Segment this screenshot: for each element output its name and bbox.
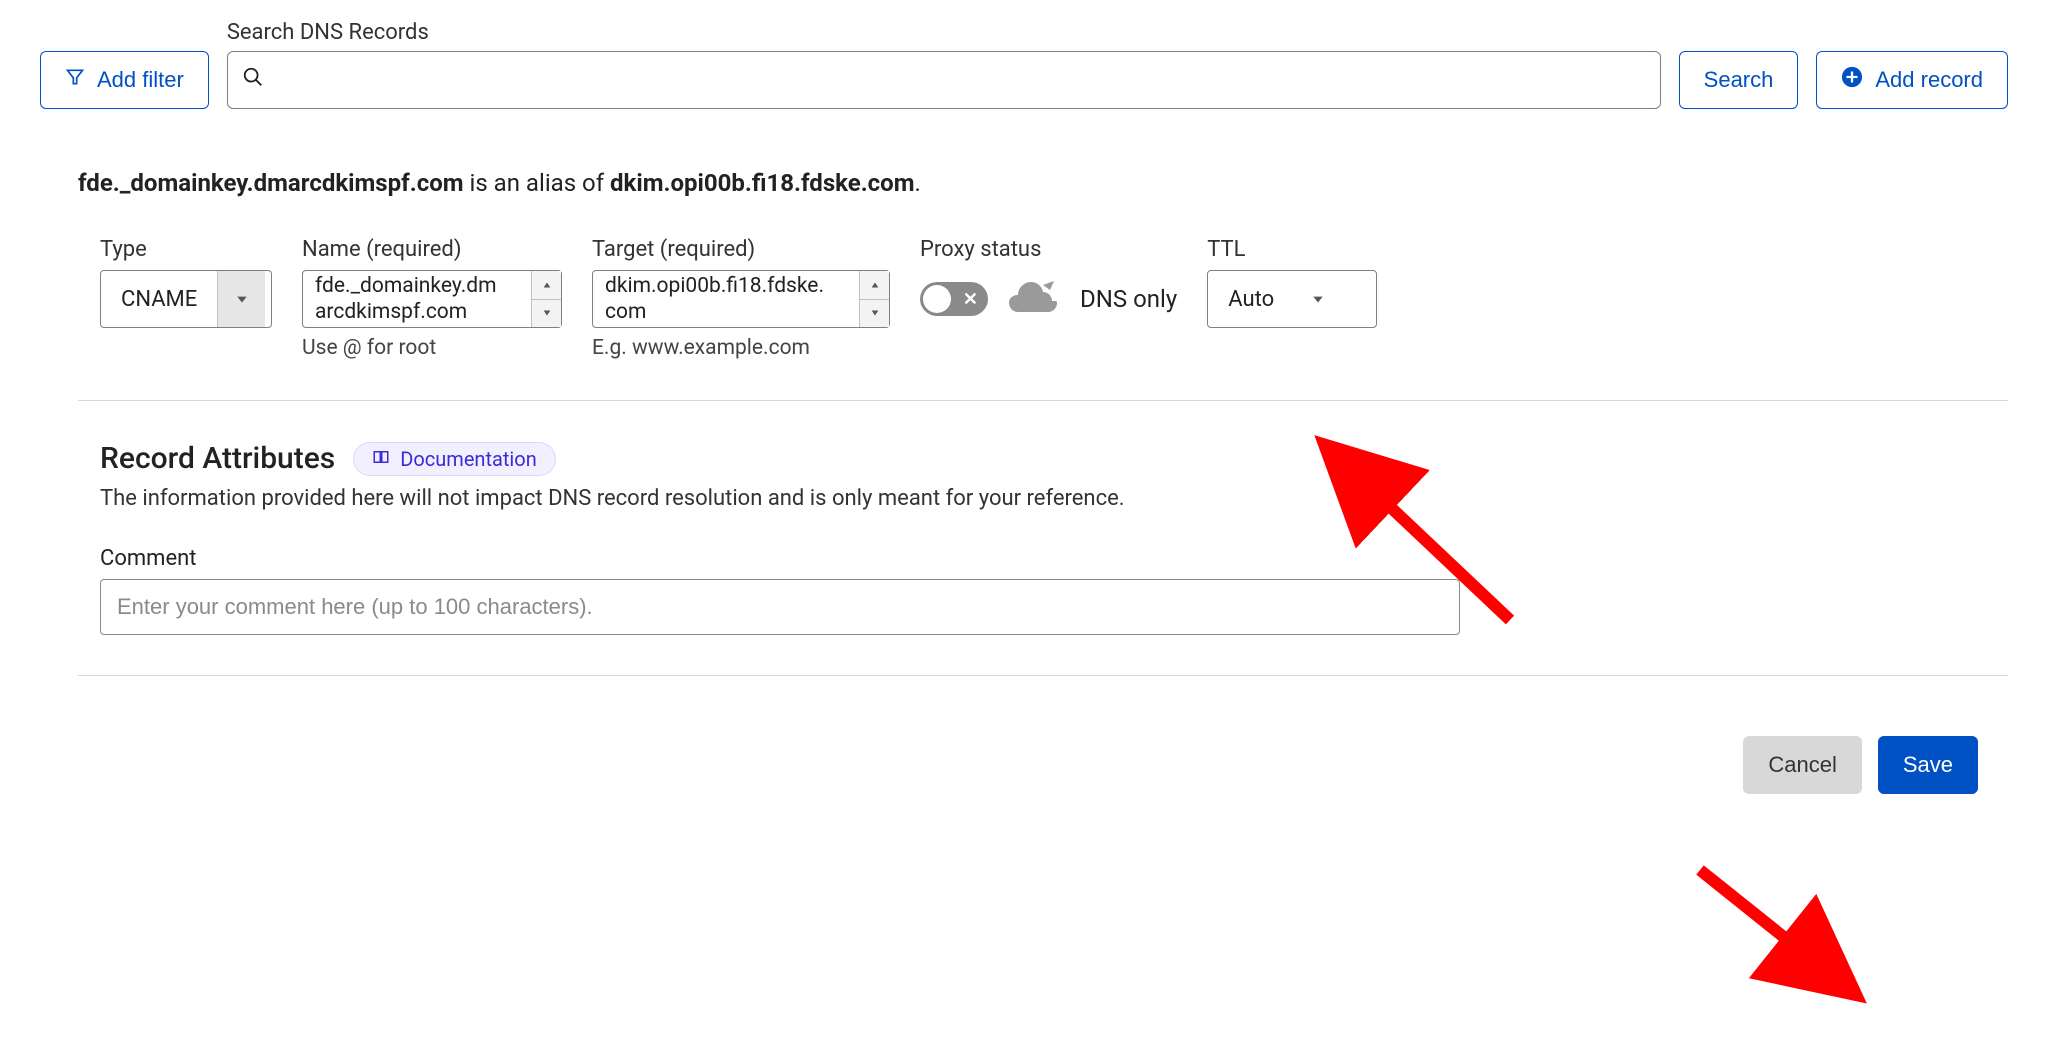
search-button[interactable]: Search bbox=[1679, 51, 1799, 109]
type-select[interactable]: CNAME bbox=[100, 270, 272, 328]
spinner-down-icon[interactable] bbox=[859, 299, 889, 328]
record-fields: Type CNAME Name (required) fde._domainke… bbox=[100, 237, 2008, 360]
type-value: CNAME bbox=[101, 271, 217, 327]
caret-down-icon bbox=[217, 271, 265, 327]
name-spinners bbox=[531, 271, 561, 327]
footer-actions: Cancel Save bbox=[40, 736, 1978, 794]
comment-input[interactable] bbox=[100, 579, 1460, 635]
summary-suffix: . bbox=[915, 169, 921, 197]
proxy-status-text: DNS only bbox=[1080, 285, 1177, 313]
save-label: Save bbox=[1903, 752, 1953, 778]
top-toolbar: Add filter Search DNS Records Search Add… bbox=[40, 20, 2008, 109]
record-attributes-section: Record Attributes Documentation The info… bbox=[100, 441, 2008, 635]
search-button-label: Search bbox=[1704, 67, 1774, 93]
spinner-up-icon[interactable] bbox=[859, 271, 889, 299]
plus-circle-icon bbox=[1841, 66, 1863, 94]
search-box[interactable] bbox=[227, 51, 1661, 109]
search-input[interactable] bbox=[274, 67, 1646, 93]
divider bbox=[78, 400, 2008, 401]
cancel-button[interactable]: Cancel bbox=[1743, 736, 1861, 794]
target-value: dkim.opi00b.fi18.fdske. com bbox=[593, 271, 859, 327]
ttl-value: Auto bbox=[1208, 271, 1294, 327]
ttl-select[interactable]: Auto bbox=[1207, 270, 1377, 328]
add-filter-label: Add filter bbox=[97, 67, 184, 93]
type-label: Type bbox=[100, 237, 272, 262]
search-icon bbox=[242, 66, 264, 94]
ttl-label: TTL bbox=[1207, 237, 1377, 262]
type-field: Type CNAME bbox=[100, 237, 272, 328]
close-icon: ✕ bbox=[963, 289, 978, 310]
target-field: Target (required) dkim.opi00b.fi18.fdske… bbox=[592, 237, 890, 360]
name-label: Name (required) bbox=[302, 237, 562, 262]
name-value: fde._domainkey.dm arcdkimspf.com bbox=[303, 271, 531, 327]
search-container: Search DNS Records bbox=[227, 20, 1661, 109]
comment-label: Comment bbox=[100, 546, 2008, 571]
documentation-label: Documentation bbox=[400, 447, 537, 471]
summary-target: dkim.opi00b.fi18.fdske.com bbox=[610, 169, 914, 197]
cloud-icon bbox=[1008, 279, 1060, 319]
ttl-field: TTL Auto bbox=[1207, 237, 1377, 328]
add-record-button[interactable]: Add record bbox=[1816, 51, 2008, 109]
toggle-knob bbox=[923, 285, 951, 313]
arrow-annotation bbox=[1700, 870, 1850, 990]
caret-down-icon bbox=[1294, 271, 1342, 327]
save-button[interactable]: Save bbox=[1878, 736, 1978, 794]
add-record-label: Add record bbox=[1875, 67, 1983, 93]
record-summary: fde._domainkey.dmarcdkimspf.com is an al… bbox=[78, 169, 2008, 197]
book-icon bbox=[372, 447, 390, 471]
proxy-label: Proxy status bbox=[920, 237, 1177, 262]
proxy-field: Proxy status ✕ DNS only bbox=[920, 237, 1177, 328]
search-label: Search DNS Records bbox=[227, 20, 1661, 45]
attributes-description: The information provided here will not i… bbox=[100, 486, 2008, 511]
target-spinners bbox=[859, 271, 889, 327]
add-filter-button[interactable]: Add filter bbox=[40, 51, 209, 109]
spinner-down-icon[interactable] bbox=[531, 299, 561, 328]
name-input[interactable]: fde._domainkey.dm arcdkimspf.com bbox=[302, 270, 562, 328]
proxy-toggle[interactable]: ✕ bbox=[920, 282, 988, 316]
documentation-link[interactable]: Documentation bbox=[353, 442, 556, 476]
filter-icon bbox=[65, 67, 85, 93]
name-field: Name (required) fde._domainkey.dm arcdki… bbox=[302, 237, 562, 360]
target-hint: E.g. www.example.com bbox=[592, 336, 890, 360]
target-label: Target (required) bbox=[592, 237, 890, 262]
cancel-label: Cancel bbox=[1768, 752, 1836, 778]
summary-middle: is an alias of bbox=[464, 169, 611, 197]
summary-hostname: fde._domainkey.dmarcdkimspf.com bbox=[78, 169, 464, 197]
attributes-heading: Record Attributes bbox=[100, 441, 335, 476]
divider bbox=[78, 675, 2008, 676]
name-hint: Use @ for root bbox=[302, 336, 562, 360]
spinner-up-icon[interactable] bbox=[531, 271, 561, 299]
target-input[interactable]: dkim.opi00b.fi18.fdske. com bbox=[592, 270, 890, 328]
